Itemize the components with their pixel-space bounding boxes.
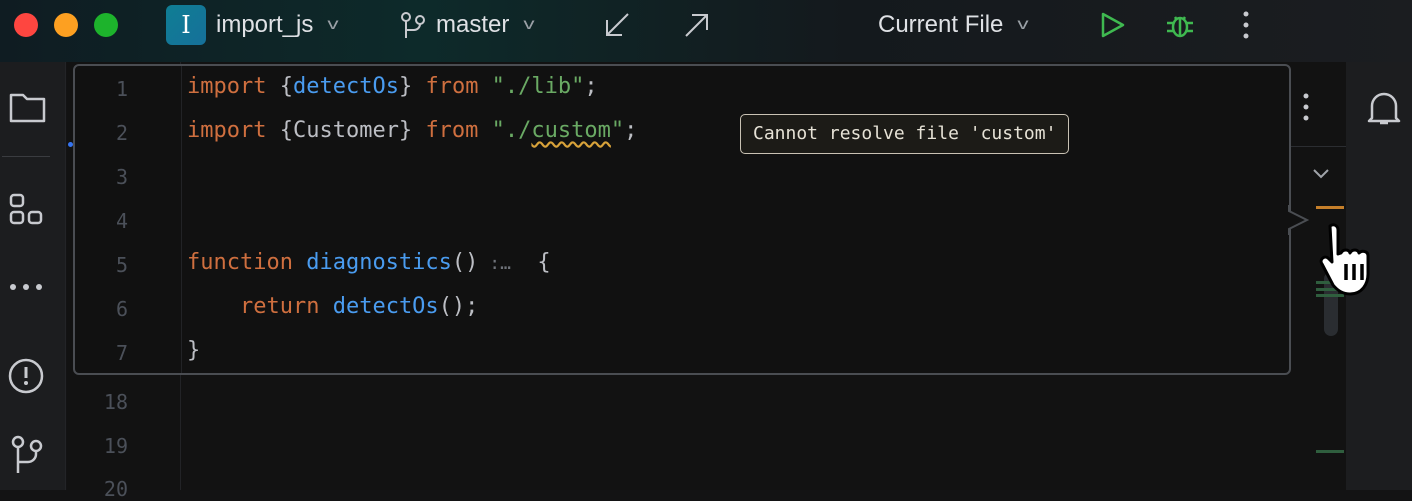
keyword: import: [187, 74, 267, 99]
git-branch-icon: [401, 12, 425, 38]
line-number: 3: [115, 165, 128, 189]
unresolved-path[interactable]: custom: [531, 118, 610, 143]
punct: ();: [438, 294, 479, 319]
identifier: {Customer}: [266, 118, 426, 143]
popup-pointer: [1288, 205, 1310, 235]
title-bar: I import_js v master v Current File v: [0, 0, 1412, 62]
keyword: return: [239, 294, 320, 319]
warning-stripe[interactable]: [1316, 206, 1344, 209]
code-line-2[interactable]: import {Customer} from "./custom";: [187, 118, 637, 143]
notifications-bell-icon[interactable]: [1366, 88, 1402, 128]
push-icon[interactable]: [684, 12, 710, 38]
run-config-selector[interactable]: Current File v: [878, 10, 1029, 40]
line-number: 5: [115, 253, 128, 277]
run-config-name: Current File: [878, 11, 1004, 38]
line-number: 1: [115, 77, 128, 101]
identifier: detectOs: [292, 74, 399, 99]
line-number: 6: [115, 297, 128, 321]
close-window-button[interactable]: [14, 13, 38, 37]
punct: (): [451, 250, 479, 275]
sidebar-divider: [2, 156, 50, 157]
punct: {: [510, 250, 551, 275]
change-stripe: [1316, 450, 1344, 453]
string: "./: [478, 118, 532, 143]
function-name: diagnostics: [292, 250, 452, 275]
line-number: 18: [103, 390, 128, 414]
branch-name: master: [436, 11, 510, 38]
type-hint[interactable]: :…: [478, 253, 511, 274]
keyword: from: [425, 74, 479, 99]
chevron-down-icon: v: [1017, 16, 1029, 33]
error-tooltip: Cannot resolve file 'custom': [740, 114, 1070, 154]
code-line-7[interactable]: }: [187, 338, 200, 363]
keyword: import: [187, 118, 267, 143]
left-tool-sidebar: [0, 62, 66, 490]
punct: ;: [584, 74, 598, 99]
code-line-6[interactable]: return detectOs();: [187, 294, 478, 319]
punct: }: [398, 74, 426, 99]
keyword: function: [187, 250, 293, 275]
structure-icon[interactable]: [8, 192, 48, 228]
keyword: from: [425, 118, 479, 143]
project-name: import_js: [216, 11, 314, 38]
more-tools-icon[interactable]: [8, 280, 48, 294]
hand-cursor-icon: [1319, 223, 1370, 296]
chevron-down-icon: v: [327, 16, 339, 33]
branch-selector[interactable]: master v: [400, 10, 535, 40]
project-selector[interactable]: I import_js v: [166, 5, 339, 45]
line-number: 4: [115, 209, 128, 233]
debug-icon[interactable]: [1164, 9, 1196, 41]
chevron-down-icon[interactable]: [1312, 168, 1330, 180]
maximize-window-button[interactable]: [94, 13, 118, 37]
more-options-icon[interactable]: [1240, 10, 1252, 40]
project-folder-icon[interactable]: [8, 90, 48, 124]
editor-options-icon[interactable]: [1300, 92, 1312, 122]
string: ": [610, 118, 625, 143]
line-number: 2: [115, 121, 128, 145]
git-icon[interactable]: [8, 434, 48, 474]
punct: {: [266, 74, 293, 99]
line-number: 19: [103, 434, 128, 458]
line-number: 20: [103, 477, 128, 501]
code-line-5[interactable]: function diagnostics() :… {: [187, 250, 551, 275]
punct: ;: [624, 118, 638, 143]
problems-icon[interactable]: [8, 356, 48, 396]
chevron-down-icon: v: [523, 16, 535, 33]
update-project-icon[interactable]: [604, 12, 630, 38]
divider: [1290, 146, 1346, 147]
run-icon[interactable]: [1098, 11, 1126, 39]
minimize-window-button[interactable]: [54, 13, 78, 37]
gutter-divider: [181, 66, 182, 373]
code-preview-popup: [73, 64, 1291, 375]
string: "./lib": [478, 74, 585, 99]
line-number: 7: [115, 341, 128, 365]
code-line-1[interactable]: import {detectOs} from "./lib";: [187, 74, 598, 99]
project-icon: I: [166, 5, 206, 45]
identifier: detectOs: [319, 294, 439, 319]
